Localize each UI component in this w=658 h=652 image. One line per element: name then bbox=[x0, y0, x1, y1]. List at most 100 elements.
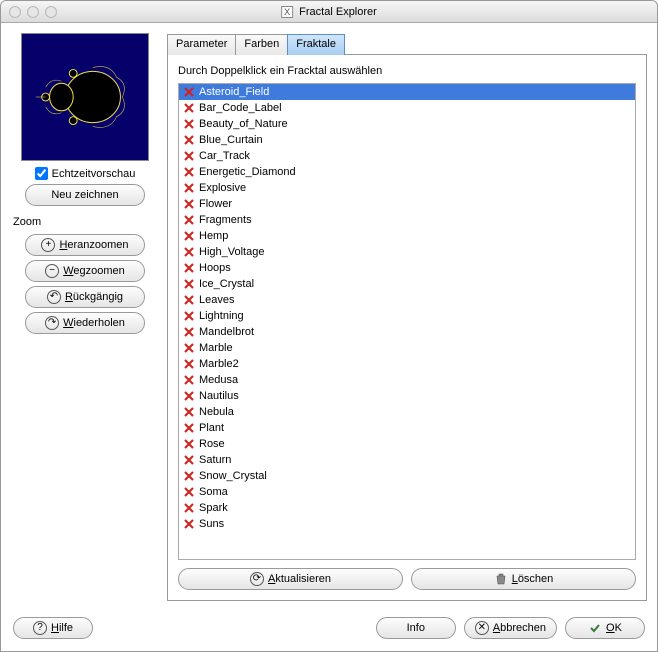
zoom-in-button[interactable]: + Heranzoomen bbox=[25, 234, 145, 256]
delete-marker-icon bbox=[183, 102, 195, 114]
list-item[interactable]: High_Voltage bbox=[179, 244, 635, 260]
redo-icon: ↷ bbox=[45, 316, 59, 330]
delete-marker-icon bbox=[183, 326, 195, 338]
zoom-window-button[interactable] bbox=[45, 6, 57, 18]
list-item-label: Leaves bbox=[199, 294, 234, 306]
list-item[interactable]: Nautilus bbox=[179, 388, 635, 404]
info-button[interactable]: Info bbox=[376, 617, 456, 639]
list-item[interactable]: Snow_Crystal bbox=[179, 468, 635, 484]
list-item[interactable]: Car_Track bbox=[179, 148, 635, 164]
left-column: Echtzeitvorschau Neu zeichnen Zoom + Her… bbox=[11, 33, 159, 601]
list-item-label: Lightning bbox=[199, 310, 244, 322]
list-item[interactable]: Energetic_Diamond bbox=[179, 164, 635, 180]
undo-icon: ↶ bbox=[47, 290, 61, 304]
zoom-in-label: Heranzoomen bbox=[59, 239, 128, 251]
list-item[interactable]: Hemp bbox=[179, 228, 635, 244]
fractal-list-container: Asteroid_Field Bar_Code_LabelBeauty_of_Na… bbox=[178, 83, 636, 560]
undo-button[interactable]: ↶ Rückgängig bbox=[25, 286, 145, 308]
delete-marker-icon bbox=[183, 150, 195, 162]
delete-marker-icon bbox=[183, 342, 195, 354]
list-item[interactable]: Spark bbox=[179, 500, 635, 516]
realtime-preview-checkbox-row[interactable]: Echtzeitvorschau bbox=[35, 167, 136, 180]
delete-marker-icon bbox=[183, 518, 195, 530]
tab-farben[interactable]: Farben bbox=[235, 34, 288, 55]
delete-marker-icon bbox=[183, 454, 195, 466]
refresh-button[interactable]: ⟳ Aktualisieren bbox=[178, 568, 403, 590]
list-item[interactable]: Ice_Crystal bbox=[179, 276, 635, 292]
window: X Fractal Explorer bbox=[0, 0, 658, 652]
list-item[interactable]: Plant bbox=[179, 420, 635, 436]
close-window-button[interactable] bbox=[9, 6, 21, 18]
list-item-label: High_Voltage bbox=[199, 246, 264, 258]
minus-icon: − bbox=[45, 264, 59, 278]
delete-marker-icon bbox=[183, 470, 195, 482]
list-item-label: Spark bbox=[199, 502, 228, 514]
delete-marker-icon bbox=[183, 390, 195, 402]
cancel-label: Abbrechen bbox=[493, 622, 546, 634]
minimize-window-button[interactable] bbox=[27, 6, 39, 18]
right-column: ParameterFarbenFraktale Durch Doppelklic… bbox=[167, 33, 647, 601]
list-item[interactable]: Nebula bbox=[179, 404, 635, 420]
list-item-label: Soma bbox=[199, 486, 228, 498]
delete-marker-icon bbox=[183, 182, 195, 194]
delete-marker-icon bbox=[183, 422, 195, 434]
realtime-preview-checkbox[interactable] bbox=[35, 167, 48, 180]
list-item[interactable]: Rose bbox=[179, 436, 635, 452]
titlebar: X Fractal Explorer bbox=[1, 1, 657, 23]
tab-label: Fraktale bbox=[296, 38, 336, 50]
fractal-list[interactable]: Asteroid_Field Bar_Code_LabelBeauty_of_Na… bbox=[179, 84, 635, 559]
cancel-icon: ✕ bbox=[475, 621, 489, 635]
help-label: Hilfe bbox=[51, 622, 73, 634]
zoom-section-label: Zoom bbox=[13, 216, 41, 228]
delete-marker-icon bbox=[183, 278, 195, 290]
zoom-out-button[interactable]: − Wegzoomen bbox=[25, 260, 145, 282]
delete-marker-icon bbox=[183, 294, 195, 306]
list-item[interactable]: Beauty_of_Nature bbox=[179, 116, 635, 132]
redo-button[interactable]: ↷ Wiederholen bbox=[25, 312, 145, 334]
list-item[interactable]: Mandelbrot bbox=[179, 324, 635, 340]
list-item-label: Nautilus bbox=[199, 390, 239, 402]
list-item[interactable]: Leaves bbox=[179, 292, 635, 308]
list-item[interactable]: Marble2 bbox=[179, 356, 635, 372]
zoom-buttons: + Heranzoomen − Wegzoomen ↶ Rückgängig ↷… bbox=[25, 234, 145, 334]
list-item[interactable]: Asteroid_Field bbox=[179, 84, 635, 100]
tab-fraktale[interactable]: Fraktale bbox=[287, 34, 345, 55]
delete-label: Löschen bbox=[512, 573, 554, 585]
list-item[interactable]: Hoops bbox=[179, 260, 635, 276]
list-item[interactable]: Marble bbox=[179, 340, 635, 356]
list-item-label: Energetic_Diamond bbox=[199, 166, 296, 178]
list-item[interactable]: Soma bbox=[179, 484, 635, 500]
list-item[interactable]: Bar_Code_Label bbox=[179, 100, 635, 116]
list-item[interactable]: Fragments bbox=[179, 212, 635, 228]
fractal-preview bbox=[21, 33, 149, 161]
list-item-label: Ice_Crystal bbox=[199, 278, 254, 290]
window-title-text: Fractal Explorer bbox=[299, 6, 377, 18]
help-button[interactable]: ? Hilfe bbox=[13, 617, 93, 639]
list-item[interactable]: Explosive bbox=[179, 180, 635, 196]
list-item-label: Fragments bbox=[199, 214, 252, 226]
list-item-label: Asteroid_Field bbox=[199, 86, 269, 98]
list-item[interactable]: Lightning bbox=[179, 308, 635, 324]
list-item[interactable]: Suns bbox=[179, 516, 635, 532]
list-item[interactable]: Medusa bbox=[179, 372, 635, 388]
delete-marker-icon bbox=[183, 406, 195, 418]
delete-button[interactable]: Löschen bbox=[411, 568, 636, 590]
delete-marker-icon bbox=[183, 246, 195, 258]
ok-label: OK bbox=[606, 622, 622, 634]
list-item[interactable]: Blue_Curtain bbox=[179, 132, 635, 148]
help-icon: ? bbox=[33, 621, 47, 635]
delete-marker-icon bbox=[183, 262, 195, 274]
cancel-button[interactable]: ✕ Abbrechen bbox=[464, 617, 557, 639]
redraw-label: Neu zeichnen bbox=[51, 189, 118, 201]
zoom-out-label: Wegzoomen bbox=[63, 265, 125, 277]
tab-label: Parameter bbox=[176, 38, 227, 50]
list-item-label: Flower bbox=[199, 198, 232, 210]
refresh-icon: ⟳ bbox=[250, 572, 264, 586]
delete-marker-icon bbox=[183, 214, 195, 226]
delete-marker-icon bbox=[183, 198, 195, 210]
redraw-button[interactable]: Neu zeichnen bbox=[25, 184, 145, 206]
ok-button[interactable]: OK bbox=[565, 617, 645, 639]
list-item[interactable]: Saturn bbox=[179, 452, 635, 468]
tab-parameter[interactable]: Parameter bbox=[167, 34, 236, 55]
list-item[interactable]: Flower bbox=[179, 196, 635, 212]
